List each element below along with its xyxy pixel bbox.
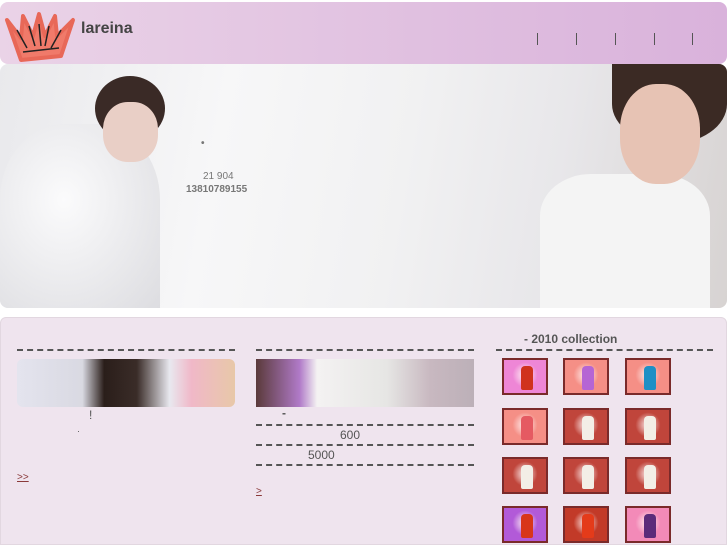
- middle-more-link[interactable]: >: [256, 486, 278, 497]
- dress-image: [582, 366, 594, 390]
- collection-thumbnail[interactable]: [502, 358, 548, 395]
- hero-banner: • 21 904 13810789155: [0, 64, 727, 308]
- nav-separator: [692, 33, 693, 45]
- content-panel: [0, 317, 727, 545]
- dress-image: [521, 366, 533, 390]
- dress-image: [582, 416, 594, 440]
- bride-face-left: [103, 102, 158, 162]
- value-600: 600: [340, 428, 361, 442]
- left-dot: ·: [77, 426, 80, 436]
- dress-image: [521, 514, 533, 538]
- bride-dress-right: [540, 174, 710, 308]
- collection-thumbnail[interactable]: [625, 457, 671, 494]
- dress-image: [582, 514, 594, 538]
- couple-image[interactable]: [17, 359, 235, 407]
- dress-image: [582, 465, 594, 489]
- crown-logo[interactable]: [3, 8, 77, 64]
- hero-phone-1: 21 904: [203, 171, 234, 182]
- dress-image: [521, 416, 533, 440]
- collection-thumbnail[interactable]: [625, 358, 671, 395]
- bride-face-right: [620, 84, 700, 184]
- left-more-link[interactable]: >>: [17, 472, 42, 483]
- collection-thumbnail[interactable]: [502, 457, 548, 494]
- collection-thumbnail[interactable]: [625, 408, 671, 445]
- hero-dot: •: [201, 138, 205, 149]
- divider: [496, 349, 713, 351]
- brand-name[interactable]: lareina: [81, 20, 133, 38]
- dress-image: [644, 514, 656, 538]
- left-exclaim: !: [89, 408, 93, 422]
- nav-separator: [654, 33, 655, 45]
- dress-image: [644, 465, 656, 489]
- value-5000: 5000: [308, 448, 335, 462]
- nav-separator: [576, 33, 577, 45]
- dress-image: [644, 416, 656, 440]
- divider: [256, 444, 474, 446]
- collection-thumbnail[interactable]: [563, 358, 609, 395]
- dress-image: [644, 366, 656, 390]
- collection-thumbnail[interactable]: [563, 408, 609, 445]
- divider: [256, 464, 474, 466]
- collection-thumbnail[interactable]: [502, 408, 548, 445]
- divider: [256, 349, 474, 351]
- hero-phone-2: 13810789155: [186, 184, 248, 195]
- collection-title: - 2010 collection: [524, 332, 618, 346]
- divider: [17, 349, 235, 351]
- nav-separator: [615, 33, 616, 45]
- dress-image: [521, 465, 533, 489]
- collection-thumbnail[interactable]: [625, 506, 671, 543]
- nav-separator: [537, 33, 538, 45]
- collection-thumbnail[interactable]: [563, 506, 609, 543]
- collection-thumbnail[interactable]: [563, 457, 609, 494]
- divider: [256, 424, 474, 426]
- middle-dash: -: [282, 406, 286, 420]
- collection-thumbnail[interactable]: [502, 506, 548, 543]
- header: lareina: [0, 2, 727, 64]
- model-image[interactable]: [256, 359, 474, 407]
